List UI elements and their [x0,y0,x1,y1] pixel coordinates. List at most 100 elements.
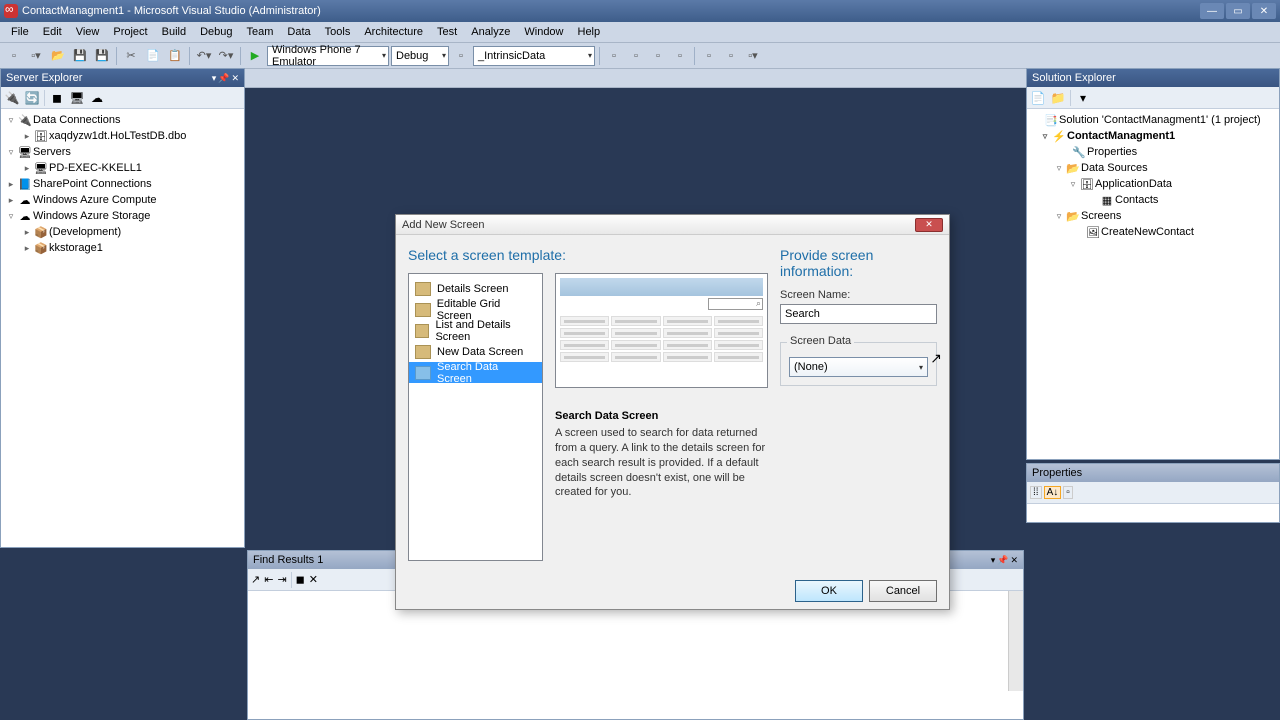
tree-node-data-sources[interactable]: ▿📂Data Sources [1027,160,1279,176]
categorize-icon[interactable]: ⁞⁞ [1030,486,1042,499]
tool-icon[interactable]: ▫ [721,46,741,66]
tree-node-properties[interactable]: 🔧Properties [1027,144,1279,160]
platform-icon[interactable]: ▫ [451,46,471,66]
paste-icon[interactable]: 📋 [165,46,185,66]
menu-edit[interactable]: Edit [36,24,69,40]
dialog-titlebar[interactable]: Add New Screen ✕ [396,215,949,235]
tree-node-db[interactable]: ▸🗄xaqdyzw1dt.HoLTestDB.dbo [1,128,244,144]
menu-bar: File Edit View Project Build Debug Team … [0,22,1280,42]
tool-icon[interactable]: ▫ [626,46,646,66]
add-item-icon[interactable]: ▫▾ [26,46,46,66]
minimize-button[interactable]: — [1200,3,1224,19]
template-new-data[interactable]: New Data Screen [409,341,542,362]
tool-icon[interactable]: ▫ [648,46,668,66]
template-search-data[interactable]: Search Data Screen [409,362,542,383]
menu-view[interactable]: View [69,24,107,40]
menu-debug[interactable]: Debug [193,24,239,40]
save-all-icon[interactable]: 💾 [92,46,112,66]
connect-icon[interactable]: 🔌 [4,90,20,106]
template-editable-grid[interactable]: Editable Grid Screen [409,299,542,320]
refresh-icon[interactable]: 🔄 [24,90,40,106]
tree-node-sharepoint[interactable]: ▸📘SharePoint Connections [1,176,244,192]
clear-icon[interactable]: ✕ [309,573,318,586]
close-icon[interactable]: ✕ [231,73,239,84]
prev-icon[interactable]: ⇤ [264,573,273,586]
preview-description: A screen used to search for data returne… [555,426,768,500]
undo-icon[interactable]: ↶▾ [194,46,214,66]
config-combo[interactable]: Debug [391,46,449,66]
goto-icon[interactable]: ↗ [251,573,260,586]
template-icon [415,345,431,359]
tree-node-screens[interactable]: ▿📂Screens [1027,208,1279,224]
tree-node-azure-compute[interactable]: ▸☁Windows Azure Compute [1,192,244,208]
cut-icon[interactable]: ✂ [121,46,141,66]
server-icon[interactable]: 🖥 [69,90,85,106]
tree-node-server1[interactable]: ▸🖥PD-EXEC-KKELL1 [1,160,244,176]
save-icon[interactable]: 💾 [70,46,90,66]
menu-data[interactable]: Data [280,24,317,40]
server-tree: ▿🔌Data Connections ▸🗄xaqdyzw1dt.HoLTestD… [1,109,244,259]
screen-name-input[interactable] [780,304,937,324]
dialog-close-button[interactable]: ✕ [915,218,943,232]
tree-node-servers[interactable]: ▿🖥Servers [1,144,244,160]
solution-explorer-panel: Solution Explorer 📄 📁 ▾ 📑Solution 'Conta… [1026,68,1280,460]
menu-window[interactable]: Window [517,24,570,40]
next-icon[interactable]: ⇥ [277,573,286,586]
start-debug-icon[interactable]: ▶ [245,46,265,66]
tree-node-storage1[interactable]: ▸📦kkstorage1 [1,240,244,256]
copy-icon[interactable]: 📄 [143,46,163,66]
template-list-details[interactable]: List and Details Screen [409,320,542,341]
info-section-header: Provide screen information: [780,247,937,279]
tree-node-solution[interactable]: 📑Solution 'ContactManagment1' (1 project… [1027,112,1279,128]
dropdown-icon[interactable]: ▾ [1075,90,1091,106]
tree-node-azure-storage[interactable]: ▿☁Windows Azure Storage [1,208,244,224]
stop-icon[interactable]: ◼ [296,573,305,586]
tool-icon[interactable]: ▫ [604,46,624,66]
tool-icon[interactable]: ▫ [699,46,719,66]
redo-icon[interactable]: ↷▾ [216,46,236,66]
menu-team[interactable]: Team [240,24,281,40]
menu-build[interactable]: Build [155,24,193,40]
cloud-icon[interactable]: ☁ [89,90,105,106]
menu-file[interactable]: File [4,24,36,40]
dropdown-icon[interactable]: ▾ [212,73,217,84]
tree-node-data-connections[interactable]: ▿🔌Data Connections [1,112,244,128]
menu-project[interactable]: Project [106,24,154,40]
close-button[interactable]: ✕ [1252,3,1276,19]
menu-tools[interactable]: Tools [318,24,358,40]
new-project-icon[interactable]: ▫ [4,46,24,66]
server-explorer-panel: Server Explorer ▾ 📌 ✕ 🔌 🔄 ◼ 🖥 ☁ ▿🔌Data C… [0,68,245,548]
solution-explorer-toolbar: 📄 📁 ▾ [1027,87,1279,109]
server-explorer-title: Server Explorer ▾ 📌 ✕ [1,69,244,87]
prop-pages-icon[interactable]: ▫ [1063,486,1073,499]
tree-node-project[interactable]: ▿⚡ContactManagment1 [1027,128,1279,144]
dataset-combo[interactable]: _IntrinsicData [473,46,595,66]
tool-icon[interactable]: ▫ [670,46,690,66]
properties-icon[interactable]: 📄 [1030,90,1046,106]
cancel-button[interactable]: Cancel [869,580,937,602]
tree-node-contacts[interactable]: ▦Contacts [1027,192,1279,208]
menu-test[interactable]: Test [430,24,464,40]
screen-data-combo[interactable]: (None) [789,357,928,377]
separator [116,47,117,65]
debug-target-combo[interactable]: Windows Phone 7 Emulator [267,46,389,66]
menu-architecture[interactable]: Architecture [357,24,430,40]
pin-icon[interactable]: 📌 [997,555,1008,566]
server-explorer-toolbar: 🔌 🔄 ◼ 🖥 ☁ [1,87,244,109]
tool-icon[interactable]: ▫▾ [743,46,763,66]
sort-icon[interactable]: A↓ [1044,486,1062,499]
show-all-icon[interactable]: 📁 [1050,90,1066,106]
tree-node-app-data[interactable]: ▿🗄ApplicationData [1027,176,1279,192]
tree-node-dev[interactable]: ▸📦(Development) [1,224,244,240]
menu-analyze[interactable]: Analyze [464,24,517,40]
tree-node-screen1[interactable]: 🖼CreateNewContact [1027,224,1279,240]
ok-button[interactable]: OK [795,580,863,602]
maximize-button[interactable]: ▭ [1226,3,1250,19]
pin-icon[interactable]: 📌 [218,73,229,84]
template-details-screen[interactable]: Details Screen [409,278,542,299]
dropdown-icon[interactable]: ▾ [991,555,996,566]
open-file-icon[interactable]: 📂 [48,46,68,66]
close-icon[interactable]: ✕ [1010,555,1018,566]
stop-icon[interactable]: ◼ [49,90,65,106]
menu-help[interactable]: Help [571,24,608,40]
